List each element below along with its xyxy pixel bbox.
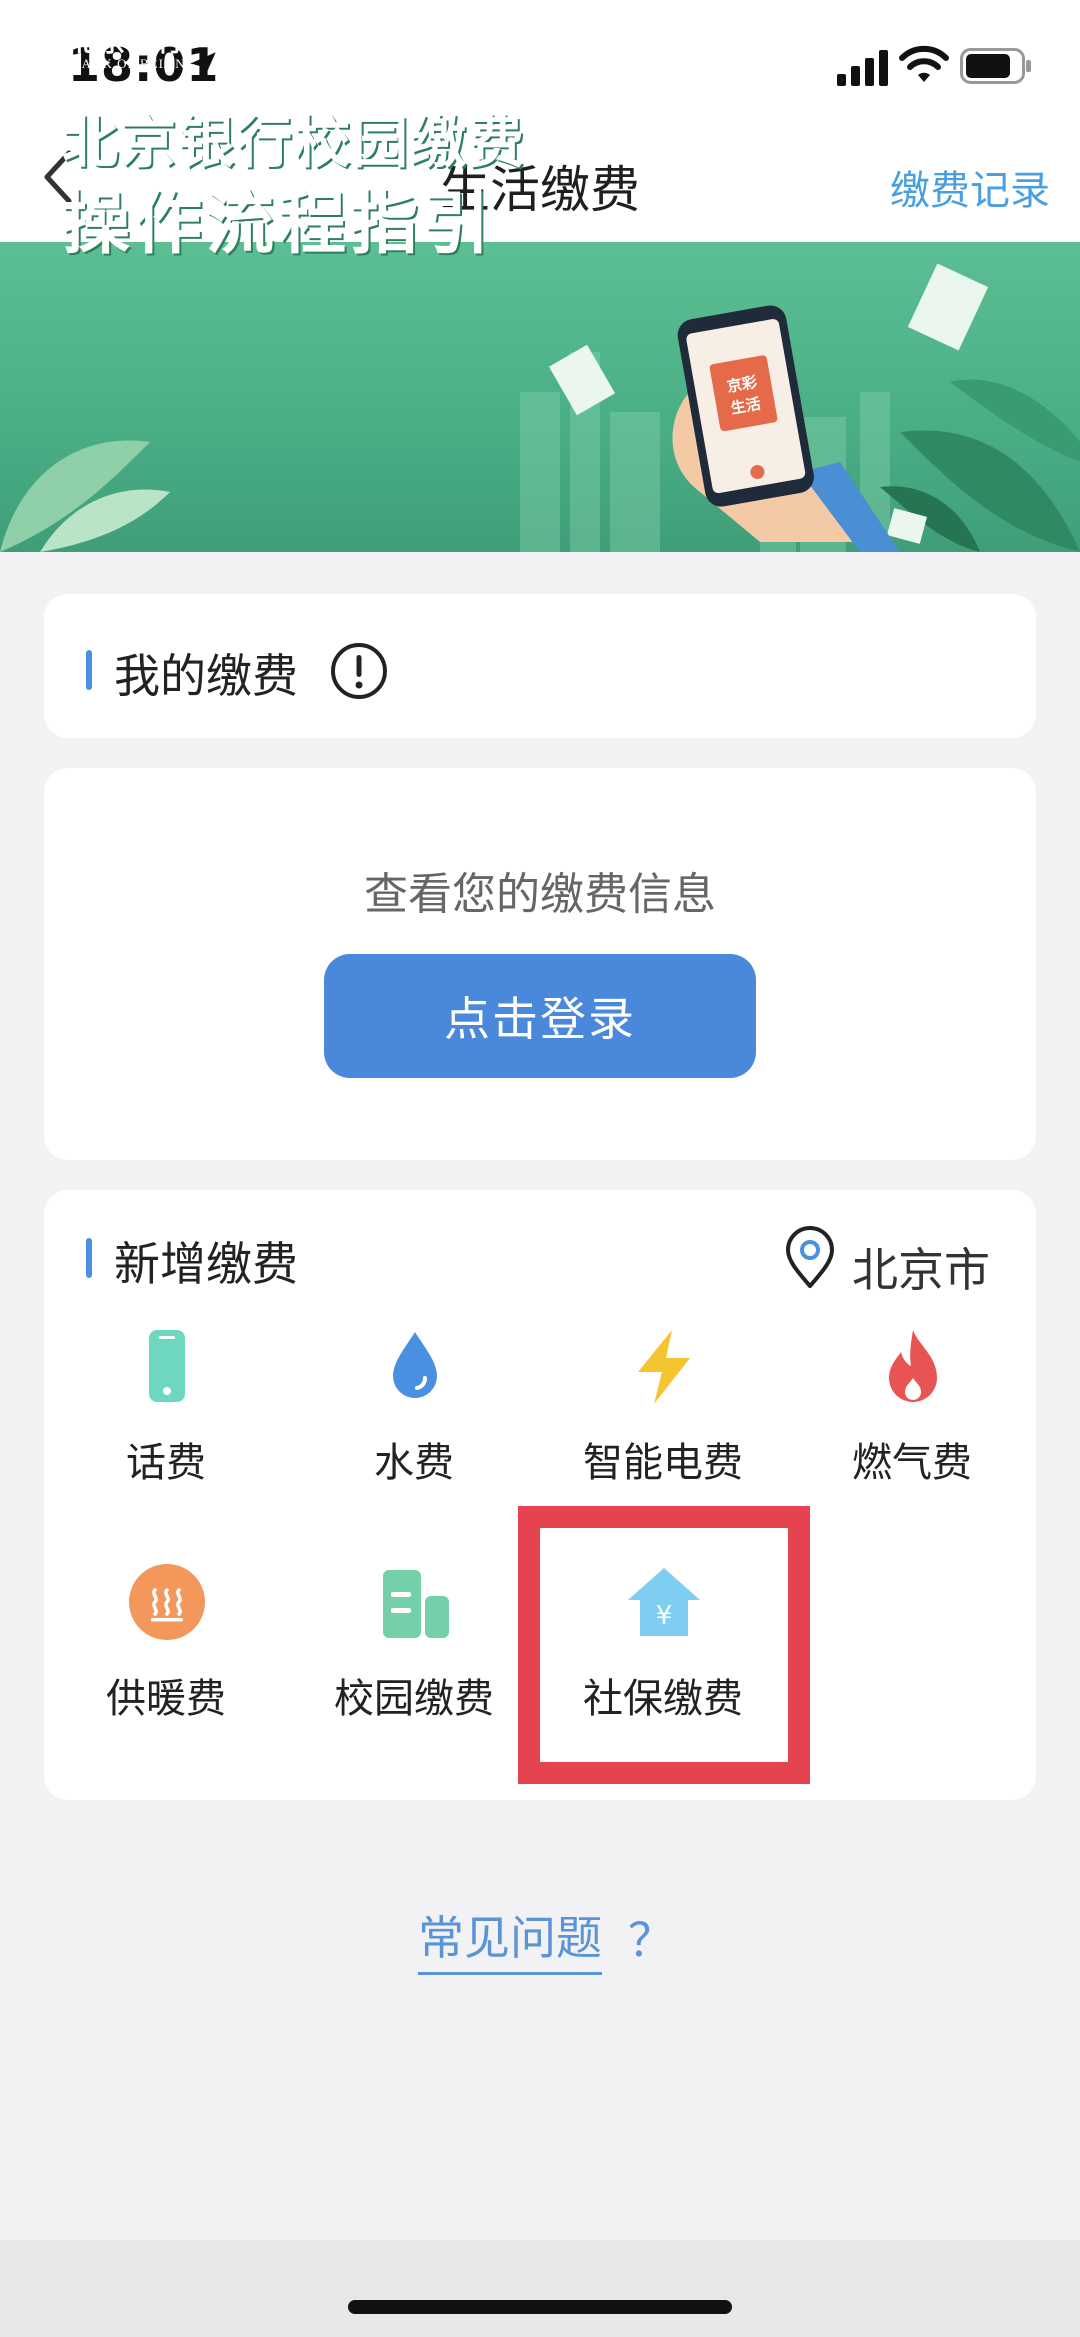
city-selector[interactable]: 北京市 — [852, 1234, 990, 1300]
lightning-icon — [638, 1330, 690, 1404]
home-indicator[interactable] — [348, 2300, 732, 2314]
bottom-safe-area — [0, 2240, 1080, 2337]
experience-beijing-cn: 相约北京 — [232, 30, 337, 60]
payment-records-link[interactable]: 缴费记录 — [840, 158, 1050, 216]
faq-link[interactable]: 常见问题 — [418, 1902, 602, 1975]
info-icon[interactable] — [330, 642, 388, 700]
section-accent-bar — [86, 650, 92, 690]
service-label: 燃气费 — [852, 1440, 972, 1486]
login-prompt: 查看您的缴费信息 — [364, 869, 716, 920]
section-accent-bar — [86, 1238, 92, 1278]
experience-label: EXPERIENCE — [326, 26, 412, 41]
bank-of-beijing-logo-icon — [22, 24, 62, 64]
banner-illustration: 京彩 生活 — [0, 263, 1080, 552]
service-label: 供暖费 — [106, 1676, 226, 1722]
bank-name-en: BANK OF BEIJING — [72, 56, 197, 71]
wifi-icon — [899, 45, 949, 82]
water-drop-icon — [393, 1332, 437, 1398]
banner-title-line2: 操作流程指引 — [62, 185, 495, 264]
service-label: 校园缴费 — [334, 1676, 494, 1722]
heating-icon — [129, 1564, 205, 1640]
banner-title-line1: 北京银行校园缴费 — [62, 111, 526, 176]
signal-icon — [837, 50, 888, 86]
login-button[interactable]: 点击登录 — [324, 954, 756, 1078]
service-heating-bill[interactable]: 供暖费 — [51, 1562, 281, 1762]
my-payment-title: 我的缴费 — [114, 649, 298, 703]
flame-icon — [889, 1330, 937, 1402]
service-phone-bill[interactable]: 话费 — [51, 1326, 281, 1526]
service-label: 水费 — [374, 1440, 454, 1486]
service-label: 智能电费 — [583, 1440, 743, 1486]
promo-banner[interactable]: 京彩 生活 — [0, 242, 1080, 552]
service-label: 话费 — [126, 1440, 206, 1486]
service-electricity-bill[interactable]: 智能电费 — [548, 1326, 778, 1526]
battery-icon — [960, 48, 1031, 84]
service-campus-payment[interactable]: 校园缴费 — [299, 1562, 529, 1762]
campus-building-icon — [383, 1570, 449, 1638]
service-water-bill[interactable]: 水费 — [299, 1326, 529, 1526]
question-mark-icon[interactable]: ？ — [628, 1904, 674, 1970]
banner-divider — [218, 22, 220, 80]
service-gas-bill[interactable]: 燃气费 — [797, 1326, 1027, 1526]
beijing-label: BEIJING — [326, 42, 425, 71]
highlight-box — [518, 1506, 810, 1784]
location-pin-icon[interactable] — [782, 1226, 838, 1290]
bank-name: 北京银行 — [70, 28, 187, 58]
phone-icon — [149, 1330, 185, 1402]
new-payment-title: 新增缴费 — [114, 1237, 298, 1291]
